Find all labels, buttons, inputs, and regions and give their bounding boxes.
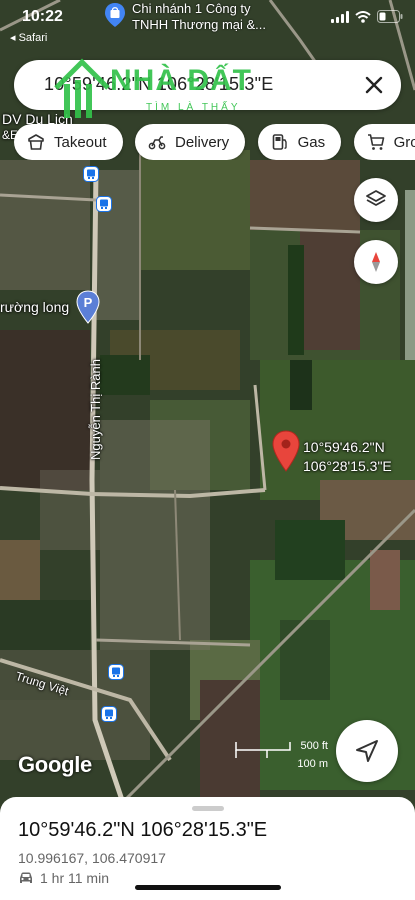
layers-button[interactable] [354,178,398,222]
bus-stop-icon[interactable] [83,166,99,182]
chip-label: Gas [297,133,326,151]
sheet-grabber[interactable] [192,806,224,811]
drive-time-label: 1 hr 11 min [40,870,109,886]
chip-label: Takeout [54,133,107,151]
battery-icon [377,10,403,23]
navigation-arrow-icon [356,740,378,762]
status-bar: 10:22 Chi nhánh 1 Công ty TNHH Thương mạ… [0,0,415,50]
takeout-icon [28,134,44,150]
car-icon [20,872,32,883]
compass-button[interactable] [354,240,398,284]
place-title: 10°59'46.2"N 106°28'15.3"E [18,819,268,841]
poi-label-school[interactable]: rường long [0,299,69,315]
cellular-signal-icon [331,10,349,23]
bus-stop-icon[interactable] [101,706,117,722]
chip-delivery[interactable]: Delivery [135,124,246,160]
road-label: Nguyễn Thị Rành [88,359,103,460]
shopping-bag-marker-icon [105,3,125,27]
delivery-icon [148,136,166,150]
category-chips: Takeout Delivery Gas Groceri [14,124,415,160]
scale-bar: 500 ft 100 m [234,738,330,774]
pin-latitude: 10°59'46.2"N [303,439,385,455]
status-icons [331,10,403,23]
home-indicator[interactable] [135,885,281,890]
notification-line1: Chi nhánh 1 Công ty [132,1,251,16]
notification-line2: TNHH Thương mại &... [132,17,267,32]
bus-stop-icon[interactable] [96,196,112,212]
chip-label: Groceri [393,133,415,151]
google-logo: Google [18,752,92,777]
gas-icon [272,134,287,150]
parking-marker-icon[interactable]: P [76,290,100,324]
scale-metric: 100 m [297,758,328,770]
chip-takeout[interactable]: Takeout [14,124,123,160]
compass-icon [372,252,380,272]
search-bar[interactable]: 10°59'46.2"N 106°28'15.3"E [14,60,401,110]
chip-groceries[interactable]: Groceri [353,124,415,160]
pin-label[interactable]: 10°59'46.2"N 106°28'15.3"E [303,438,392,476]
scale-imperial: 500 ft [300,740,328,752]
svg-text:P: P [84,295,93,310]
grocery-icon [367,134,384,150]
location-pin-icon[interactable] [272,430,300,472]
wifi-icon [355,10,371,23]
back-to-safari-link[interactable]: ◂ Safari [10,31,47,44]
pin-longitude: 106°28'15.3"E [303,458,392,474]
layers-icon [366,190,386,206]
bus-stop-icon[interactable] [108,664,124,680]
drive-time[interactable]: 1 hr 11 min [18,870,109,886]
chip-gas[interactable]: Gas [257,124,342,160]
decimal-coordinates: 10.996167, 106.470917 [18,850,166,866]
close-icon[interactable] [361,72,387,98]
status-time: 10:22 [22,8,63,25]
search-query[interactable]: 10°59'46.2"N 106°28'15.3"E [44,74,273,95]
chip-label: Delivery [175,133,230,151]
my-location-button[interactable] [336,720,398,782]
